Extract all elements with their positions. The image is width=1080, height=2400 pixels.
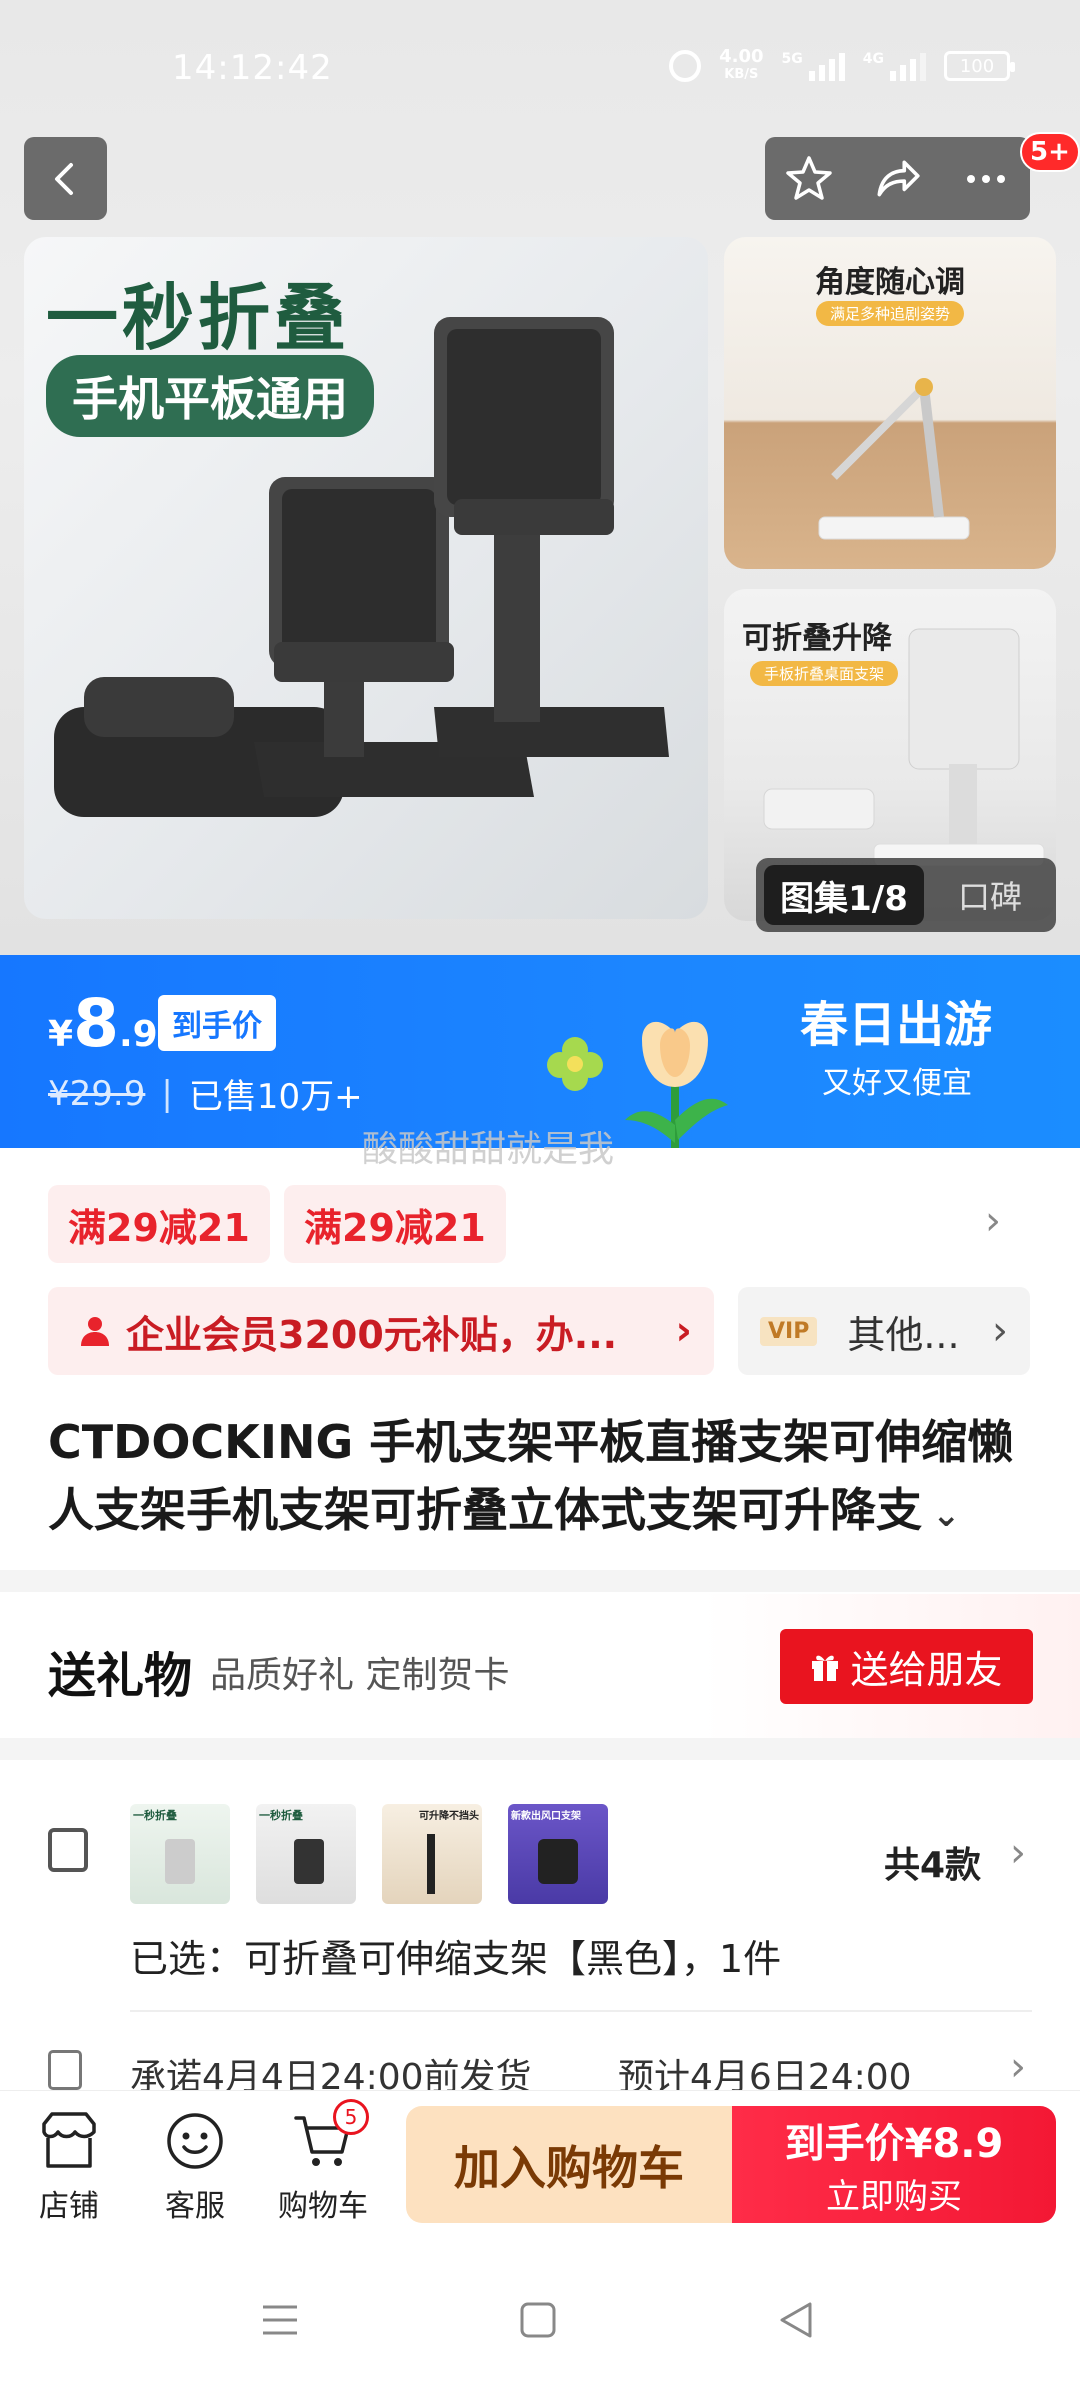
gallery-reviews-tab[interactable]: 口碑 (924, 872, 1056, 918)
sku-thumb-1[interactable]: 一秒折叠 (130, 1804, 230, 1904)
share-icon (877, 160, 921, 196)
shipping-row[interactable]: 承诺4月4日24:00前发货 预计4月6日24:00 › (48, 2046, 1048, 2092)
phone-stand-illustration (54, 317, 669, 817)
truck-icon (48, 2050, 82, 2090)
final-price-tag: 到手价 (158, 995, 276, 1051)
signal-4g-icon: 4G (863, 51, 926, 81)
customer-service-button[interactable]: 客服 (140, 2105, 250, 2225)
gallery-main-image[interactable]: 一秒折叠 手机平板通用 (24, 237, 708, 919)
original-price: ¥29.9 (48, 1073, 146, 1114)
more-dots-icon (966, 174, 1005, 183)
back-button[interactable] (24, 137, 107, 220)
gift-icon (812, 1655, 839, 1681)
sku-count: 共4款 (884, 1845, 982, 1886)
watermark-text: 酸酸甜甜就是我 (362, 1129, 615, 1170)
store-icon (42, 2112, 96, 2168)
member-subsidy-bar[interactable]: 企业会员3200元补贴，办... › (48, 1287, 714, 1375)
triangle-back-icon (780, 2302, 812, 2338)
chevron-left-icon (54, 162, 73, 195)
gift-title: 送礼物 (48, 1648, 193, 1704)
signal-5g-icon: 5G (782, 51, 845, 81)
promo-title: 春日出游 (800, 997, 993, 1053)
sku-thumb-4[interactable]: 新款出风口支架 (508, 1804, 608, 1904)
bottom-action-bar: 店铺 客服 5 购物车 加入购物车 到手价¥8.9 立即购买 (0, 2090, 1080, 2240)
member-subsidy-text: 企业会员3200元补贴，办... (126, 1312, 618, 1357)
chevron-down-icon[interactable]: ⌄ (932, 1495, 961, 1535)
add-to-cart-button[interactable]: 加入购物车 (406, 2106, 732, 2223)
gallery-counter[interactable]: 图集1/8 口碑 (756, 858, 1056, 932)
stand-angle-illustration (818, 378, 970, 540)
home-nav-button[interactable] (508, 2290, 568, 2350)
cart-button[interactable]: 5 购物车 (268, 2099, 378, 2225)
star-icon (786, 155, 832, 200)
network-speed: 4.00 KB/S (719, 46, 764, 83)
send-gift-button[interactable]: 送给朋友 (780, 1629, 1033, 1704)
system-nav-bar (0, 2240, 1080, 2400)
product-title[interactable]: CTDOCKING 手机支架平板直播支架可伸缩懒人支架手机支架可折叠立体式支架可… (48, 1408, 1038, 1549)
coupon-1[interactable]: 满29减21 (48, 1185, 270, 1263)
tulip-icon (625, 1021, 728, 1148)
sku-section[interactable]: 一秒折叠 一秒折叠 可升降不挡头 新款出风口支架 共4款 › 已选：可折叠可伸缩… (0, 1760, 1080, 2092)
battery-icon: 100 (944, 51, 1015, 81)
alarm-icon (669, 50, 702, 82)
gallery-thumb-angle[interactable]: 角度随心调 满足多种追剧姿势 (724, 237, 1056, 569)
gift-subtitle: 品质好礼 定制贺卡 (210, 1655, 510, 1696)
notification-badge: 5+ (1020, 132, 1080, 172)
person-icon (81, 1317, 109, 1346)
vip-text: 其他... (847, 1312, 960, 1357)
price-current: ¥ 8 .9 (48, 985, 158, 1062)
section-divider (0, 1570, 1080, 1592)
product-gallery[interactable]: 14:12:42 4.00 KB/S 5G 4G 100 5+ 一秒折叠 手机平… (0, 0, 1080, 955)
coupon-chevron-right-icon[interactable]: › (985, 1198, 1001, 1244)
chevron-right-icon: › (1010, 2046, 1026, 2090)
sku-selected-text: 已选：可折叠可伸缩支架【黑色】，1件 (130, 1937, 782, 1981)
chevron-right-icon: › (992, 1308, 1008, 1354)
more-button[interactable] (956, 149, 1016, 209)
sku-divider (130, 2010, 1032, 2012)
section-divider (0, 1738, 1080, 1760)
store-button[interactable]: 店铺 (14, 2105, 124, 2225)
sold-count: 已售10万+ (188, 1077, 363, 1117)
sku-chevron-right-icon[interactable]: › (1010, 1830, 1026, 1876)
price-secondary: ¥29.9 | 已售10万+ (48, 1069, 363, 1118)
back-nav-button[interactable] (766, 2290, 826, 2350)
buy-now-button[interactable]: 到手价¥8.9 立即购买 (732, 2106, 1056, 2223)
gallery-album-tab[interactable]: 图集1/8 (764, 865, 924, 925)
cart-count-badge: 5 (333, 2099, 369, 2135)
coupon-2[interactable]: 满29减21 (284, 1185, 506, 1263)
clover-icon (547, 1037, 603, 1091)
share-button[interactable] (867, 149, 927, 209)
chat-smile-icon (167, 2113, 223, 2169)
gift-section: 送礼物 品质好礼 定制贺卡 送给朋友 (0, 1594, 1080, 1738)
promo-subtitle: 又好又便宜 (822, 1066, 972, 1101)
checklist-icon (48, 1828, 88, 1872)
status-icons: 4.00 KB/S 5G 4G 100 (669, 46, 1015, 84)
sku-thumb-3[interactable]: 可升降不挡头 (382, 1804, 482, 1904)
status-bar: 14:12:42 4.00 KB/S 5G 4G 100 (0, 0, 1080, 135)
menu-icon (263, 2305, 297, 2335)
status-time: 14:12:42 (172, 48, 333, 88)
square-icon (520, 2302, 556, 2338)
top-actions (765, 137, 1030, 220)
chevron-right-icon: › (675, 1308, 692, 1354)
vip-bar[interactable]: VIP 其他... › (738, 1287, 1030, 1375)
vip-icon: VIP (760, 1316, 818, 1346)
favorite-button[interactable] (779, 149, 839, 209)
sku-thumbnails: 一秒折叠 一秒折叠 可升降不挡头 新款出风口支架 (130, 1804, 608, 1904)
menu-nav-button[interactable] (250, 2290, 310, 2350)
sku-thumb-2[interactable]: 一秒折叠 (256, 1804, 356, 1904)
